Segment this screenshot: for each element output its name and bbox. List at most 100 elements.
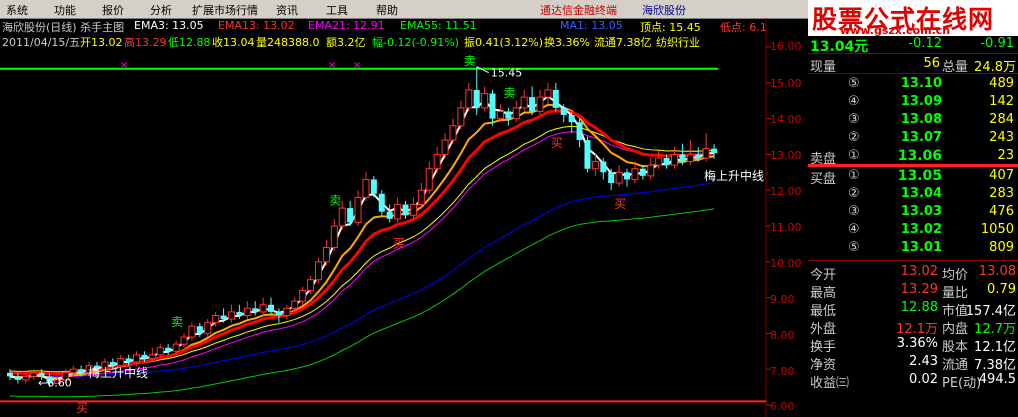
event-mark: × bbox=[120, 60, 128, 71]
buy-level-volume: 476 bbox=[989, 204, 1014, 219]
quote-header: 2011/04/15/五 开13.02 高13.29 低12.88 收13.04… bbox=[0, 34, 808, 49]
candle-body bbox=[496, 110, 504, 120]
candle-body bbox=[631, 168, 639, 180]
buy-level-price: 13.03 bbox=[900, 204, 942, 219]
candle-body bbox=[347, 208, 354, 223]
turnover-label: 换3.36% bbox=[544, 36, 590, 49]
ema55-value: EMA55: 11.51 bbox=[400, 19, 477, 32]
axis-tick: 14.00 bbox=[770, 113, 802, 126]
ad-stock-link[interactable]: 海欣股份 bbox=[642, 2, 686, 18]
menu-quote[interactable]: 报价 bbox=[102, 2, 124, 18]
sell-level-price: 13.09 bbox=[900, 94, 942, 109]
menu-news[interactable]: 资讯 bbox=[276, 2, 298, 18]
candle-body bbox=[6, 372, 13, 377]
last-pct: -0.91 bbox=[980, 36, 1014, 51]
candle-body bbox=[362, 178, 370, 198]
candle-body bbox=[417, 189, 425, 206]
date-label: 2011/04/15/五 bbox=[2, 36, 81, 49]
ma1-line bbox=[9, 182, 715, 378]
axis-tick: 8.00 bbox=[770, 329, 795, 342]
candle-body bbox=[560, 107, 567, 116]
peak-annotation: 15.45 bbox=[491, 67, 523, 80]
sell-level-price: 13.10 bbox=[900, 76, 942, 91]
stat-value: 7.38亿 bbox=[974, 358, 1016, 373]
buy-level-index: ① bbox=[848, 168, 860, 183]
buy-signal: 买 bbox=[551, 136, 563, 150]
open-label: 开13.02 bbox=[80, 36, 123, 49]
buy-signal: 买 bbox=[614, 197, 626, 211]
candle-body bbox=[322, 246, 330, 263]
candle-body bbox=[711, 148, 718, 153]
menu-function[interactable]: 功能 bbox=[54, 2, 76, 18]
kline-chart[interactable]: 15.45←6.60梅上升中线梅上升中线卖卖卖卖买买买买× × × bbox=[0, 18, 808, 417]
candle-body bbox=[69, 368, 77, 374]
candle-body bbox=[252, 308, 259, 312]
candle-body bbox=[529, 97, 536, 112]
buy-level-volume: 1050 bbox=[980, 222, 1014, 237]
sell-level-price: 13.08 bbox=[900, 112, 942, 127]
sell-level-index: ① bbox=[848, 148, 860, 163]
candle-body bbox=[338, 207, 346, 227]
candle-body bbox=[639, 168, 646, 176]
sell-signal: 卖 bbox=[329, 194, 341, 208]
candle-body bbox=[591, 161, 599, 170]
menu-analysis[interactable]: 分析 bbox=[150, 2, 172, 18]
buy-level-price: 13.02 bbox=[900, 222, 942, 237]
mid-line-label-right: 梅上升中线 bbox=[704, 168, 764, 183]
candle-body bbox=[624, 172, 631, 180]
mid-line-label-left: 梅上升中线 bbox=[88, 365, 148, 380]
buy-level-volume: 809 bbox=[989, 240, 1014, 255]
candle-body bbox=[212, 315, 220, 324]
candle-body bbox=[78, 369, 85, 373]
sell-level-volume: 489 bbox=[989, 76, 1014, 91]
candle-body bbox=[465, 89, 473, 109]
candle-body bbox=[544, 89, 552, 98]
menu-extended-market[interactable]: 扩展市场行情 bbox=[192, 2, 258, 18]
low-annotation: ←6.60 bbox=[38, 377, 72, 390]
buy-level-price: 13.04 bbox=[900, 186, 942, 201]
stats-divider bbox=[808, 260, 1018, 261]
candle-body bbox=[409, 204, 417, 216]
axis-tick: 10.00 bbox=[770, 257, 802, 270]
candle-body bbox=[505, 111, 512, 119]
bid-ask-divider bbox=[808, 164, 1018, 167]
sell-level-volume: 284 bbox=[989, 112, 1014, 127]
candle-body bbox=[268, 304, 275, 312]
candle-body bbox=[584, 140, 591, 169]
stat-value: 157.4亿 bbox=[965, 304, 1016, 319]
candle-body bbox=[227, 311, 235, 320]
candle-body bbox=[425, 168, 433, 191]
sell-level-index: ③ bbox=[848, 112, 860, 127]
change-label: 幅-0.12(-0.91%) bbox=[372, 36, 459, 49]
volume-label: 量248388.0 bbox=[256, 36, 320, 49]
menu-tools[interactable]: 工具 bbox=[326, 2, 348, 18]
candle-body bbox=[655, 157, 663, 166]
sell-level-volume: 243 bbox=[989, 130, 1014, 145]
menu-system[interactable]: 系统 bbox=[6, 2, 28, 18]
candle-body bbox=[449, 125, 457, 141]
candle-body bbox=[615, 171, 623, 184]
axis-tick: 13.00 bbox=[770, 149, 802, 162]
stat-value: 12.1万 bbox=[896, 322, 938, 337]
candle-body bbox=[259, 304, 267, 313]
candle-body bbox=[457, 107, 465, 127]
axis-tick: 11.00 bbox=[770, 221, 802, 234]
candle-body bbox=[30, 372, 38, 377]
brand-url: www.gszx.com.cn bbox=[840, 24, 951, 37]
stat-value: 3.36% bbox=[896, 336, 938, 351]
ad-terminal-link[interactable]: 通达信金融终端 bbox=[540, 2, 617, 18]
candle-body bbox=[386, 211, 393, 219]
sell-level-volume: 23 bbox=[997, 148, 1014, 163]
buy-level-index: ② bbox=[848, 186, 860, 201]
candle-body bbox=[291, 300, 299, 309]
sell-signal: 卖 bbox=[171, 315, 183, 329]
stat-value: 13.29 bbox=[900, 282, 938, 297]
amount-label: 额3.2亿 bbox=[326, 36, 366, 49]
candle-body bbox=[402, 204, 409, 216]
indicator-header: 海欣股份(日线) 杀手主图 EMA3: 13.05 EMA13: 13.02 E… bbox=[0, 19, 808, 34]
stat-value: 494.5 bbox=[978, 372, 1016, 387]
sell-level-index: ④ bbox=[848, 94, 860, 109]
brand-logo: 股票公式在线网 www.gszx.com.cn bbox=[808, 0, 1018, 37]
chart-candles bbox=[6, 66, 718, 388]
menu-help[interactable]: 帮助 bbox=[376, 2, 398, 18]
